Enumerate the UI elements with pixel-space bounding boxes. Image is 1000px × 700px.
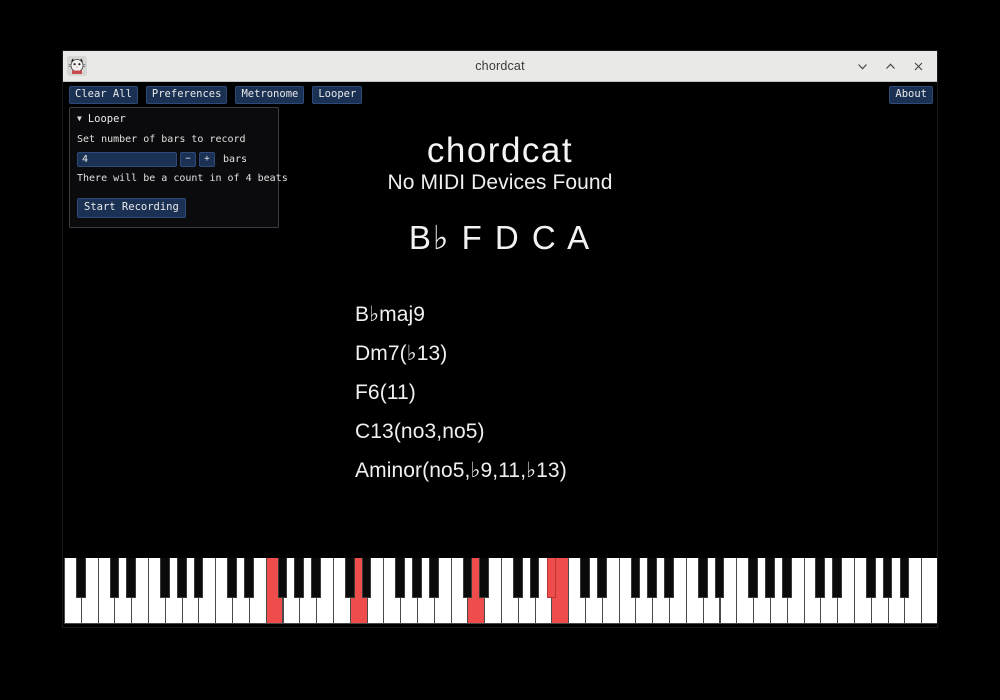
cat-face-icon — [67, 56, 87, 76]
clear-all-button[interactable]: Clear All — [69, 86, 138, 104]
minimize-button[interactable] — [849, 54, 875, 78]
piano-black-key[interactable] — [361, 558, 372, 598]
looper-button[interactable]: Looper — [312, 86, 363, 104]
chord-suggestion: F6(11) — [355, 380, 416, 404]
metronome-button[interactable]: Metronome — [235, 86, 305, 104]
piano-black-key[interactable] — [630, 558, 641, 598]
piano-black-key[interactable] — [815, 558, 826, 598]
chord-suggestion-list: B♭maj9 Dm7(♭13) F6(11) C13(no3,no5) Aminor(n… — [63, 295, 937, 490]
piano-black-key[interactable] — [512, 558, 523, 598]
chord-suggestion: Dm7(♭13) — [355, 341, 448, 365]
piano-black-key[interactable] — [596, 558, 607, 598]
piano-black-key[interactable] — [882, 558, 893, 598]
piano-black-key[interactable] — [647, 558, 658, 598]
piano-black-key[interactable] — [294, 558, 305, 598]
piano-black-key[interactable] — [277, 558, 288, 598]
piano-keyboard[interactable] — [63, 552, 937, 627]
piano-black-key[interactable] — [546, 558, 557, 598]
app-window: chordcat Clear All Preferences Metronome… — [62, 50, 938, 628]
chord-suggestion: C13(no3,no5) — [355, 419, 485, 443]
piano-black-key[interactable] — [428, 558, 439, 598]
piano-black-key[interactable] — [344, 558, 355, 598]
piano-black-key[interactable] — [697, 558, 708, 598]
piano-black-key[interactable] — [311, 558, 321, 598]
piano-black-key[interactable] — [748, 558, 758, 598]
piano-black-key[interactable] — [159, 558, 170, 598]
piano-black-key[interactable] — [781, 558, 792, 598]
piano-black-key[interactable] — [529, 558, 540, 598]
piano-black-key[interactable] — [462, 558, 473, 598]
piano-black-key[interactable] — [412, 558, 422, 598]
piano-black-key[interactable] — [580, 558, 590, 598]
piano-black-key[interactable] — [479, 558, 490, 598]
chord-suggestion: B♭maj9 — [355, 302, 426, 326]
piano-black-key[interactable] — [244, 558, 254, 598]
preferences-button[interactable]: Preferences — [145, 86, 228, 104]
piano-black-key[interactable] — [899, 558, 910, 598]
close-button[interactable] — [905, 54, 931, 78]
piano-black-key[interactable] — [126, 558, 137, 598]
piano-black-key[interactable] — [765, 558, 775, 598]
midi-status-text: No MIDI Devices Found — [387, 170, 613, 194]
toolbar: Clear All Preferences Metronome Looper A… — [63, 82, 937, 108]
piano-black-key[interactable] — [176, 558, 187, 598]
chord-suggestion: Aminor(no5,♭9,11,♭13) — [355, 458, 567, 482]
title-bar[interactable]: chordcat — [63, 51, 937, 82]
window-title: chordcat — [475, 59, 525, 73]
maximize-button[interactable] — [877, 54, 903, 78]
detected-notes: B♭ F D C A — [408, 218, 592, 256]
about-button[interactable]: About — [889, 86, 933, 104]
piano-black-key[interactable] — [75, 558, 86, 598]
piano-black-key[interactable] — [865, 558, 876, 598]
piano-black-key[interactable] — [664, 558, 674, 598]
piano-black-key[interactable] — [395, 558, 405, 598]
piano-black-key[interactable] — [832, 558, 842, 598]
app-brand-title: chordcat — [426, 131, 574, 170]
piano-black-key[interactable] — [193, 558, 204, 598]
piano-black-key[interactable] — [109, 558, 120, 598]
main-content: chordcat No MIDI Devices Found B♭ F D C … — [63, 108, 937, 490]
window-controls — [849, 54, 937, 78]
piano-white-key[interactable] — [921, 558, 937, 624]
piano-keys — [64, 558, 937, 624]
piano-black-key[interactable] — [227, 558, 237, 598]
piano-black-key[interactable] — [714, 558, 725, 598]
